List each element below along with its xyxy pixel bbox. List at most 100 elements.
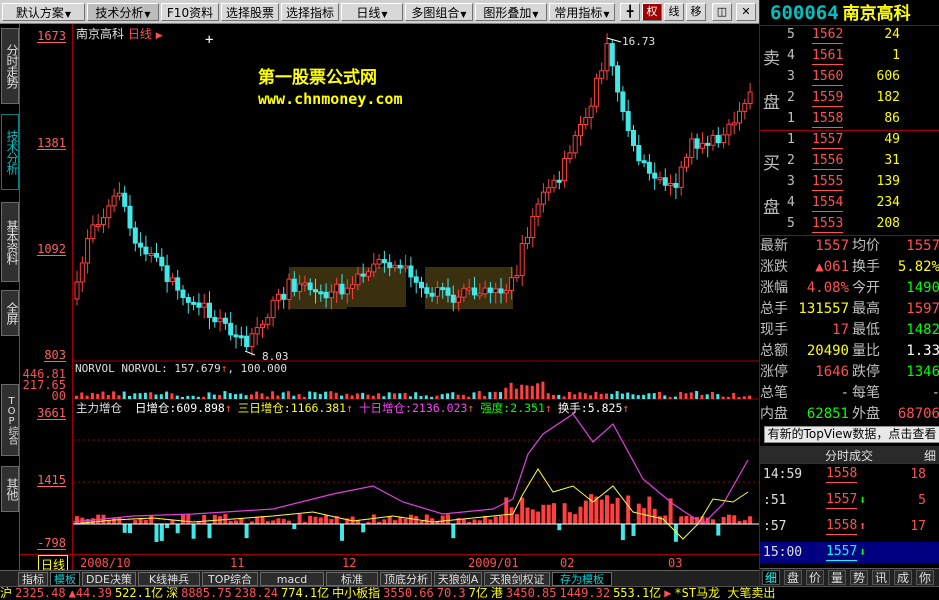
sell-row[interactable]: 3 1560 606 (760, 69, 939, 90)
volume-bar (552, 394, 555, 399)
candle-body (244, 335, 250, 348)
sell-row[interactable]: 1 1558 86 (760, 111, 939, 132)
indicator-bar-up (605, 495, 609, 524)
quan-button[interactable]: 权 (642, 3, 662, 21)
quote-row: 总手 131557 最高 1597 (760, 301, 939, 317)
bottom-tab[interactable]: 天狼剑A (434, 572, 482, 586)
trade-row[interactable]: :57 1558 ⬆ 17 (760, 516, 939, 537)
crosshair-icon[interactable]: ╋ (620, 3, 640, 21)
right-tab[interactable]: 你 (916, 570, 934, 585)
period-button[interactable]: 日线▼ (341, 3, 403, 21)
candle-body (392, 264, 398, 269)
right-tab[interactable]: 成 (894, 570, 912, 585)
indicator-bar-up (615, 497, 620, 524)
volume-bar (536, 383, 540, 399)
bottom-tab[interactable]: DDE决策 (82, 572, 136, 586)
f10-button[interactable]: F10资料 (161, 3, 219, 21)
detail-button[interactable]: 细 (924, 447, 936, 464)
indicator-bar-up (430, 518, 435, 524)
candle-body (212, 316, 218, 323)
candle-body (111, 195, 117, 207)
volume-bar (302, 396, 306, 399)
bottom-tab[interactable]: K线神兵 (138, 572, 200, 586)
trade-row[interactable]: 14:59 1558 18 (760, 464, 939, 485)
kline-chart[interactable]: + (73, 24, 759, 570)
right-tab[interactable]: 量 (828, 570, 846, 585)
ind-tick-label: 1415 (37, 473, 66, 487)
volume-bar (742, 396, 746, 399)
close-icon[interactable]: ✕ (736, 3, 756, 21)
indicator-bar-up (493, 516, 498, 524)
select-stock-button[interactable]: 选择股票 (221, 3, 279, 21)
tab-other[interactable]: 其他 (1, 466, 19, 512)
sell-row[interactable]: 5 1562 24 (760, 27, 939, 48)
candle-body (408, 265, 414, 278)
right-tab[interactable]: 势 (850, 570, 868, 585)
bottom-tab[interactable]: 模板 (50, 572, 80, 586)
move-button[interactable]: 移 (686, 3, 706, 21)
volume-bar (732, 392, 736, 399)
volume-bar (419, 396, 423, 399)
sell-row[interactable]: 2 1559 182 (760, 90, 939, 111)
buy-row[interactable]: 5 1553 208 (760, 216, 939, 237)
indicator-bar-down (122, 524, 127, 533)
line-button[interactable]: 线 (664, 3, 684, 21)
candle-body (403, 265, 409, 269)
bottom-tab[interactable]: 标准 (326, 572, 378, 586)
bottom-tab[interactable]: TOP综合 (202, 572, 258, 586)
tab-top-summary[interactable]: TOP综合 (1, 384, 19, 456)
buy-row[interactable]: 3 1555 139 (760, 174, 939, 195)
sell-row[interactable]: 4 1561 1 (760, 48, 939, 69)
buy-row[interactable]: 2 1556 31 (760, 153, 939, 174)
bottom-tab[interactable]: macd (260, 572, 324, 586)
bottom-tab[interactable]: 指标 (18, 572, 48, 586)
x-tick-label: 2009/01 (468, 556, 519, 570)
right-tab[interactable]: 价 (806, 570, 824, 585)
candle-body (191, 301, 197, 305)
common-indicator-button[interactable]: 常用指标▼ (549, 3, 615, 21)
volume-bar (684, 393, 688, 399)
candle-body (291, 278, 297, 292)
tech-analysis-button[interactable]: 技术分析▼ (87, 3, 159, 21)
right-tab[interactable]: 盘 (784, 570, 802, 585)
trade-row[interactable]: 15:00 1557 ⬇ (760, 542, 939, 563)
tab-basic-info[interactable]: 基本资料 (1, 202, 19, 282)
overlay-button[interactable]: 图形叠加▼ (475, 3, 547, 21)
volume-bar (689, 392, 693, 399)
volume-bar (403, 392, 407, 399)
bottom-tab[interactable]: 存为模板 (552, 572, 612, 586)
buy-row[interactable]: 4 1554 234 (760, 195, 939, 216)
multi-chart-button[interactable]: 多图组合▼ (405, 3, 473, 21)
volume-bar (212, 394, 216, 399)
scheme-button[interactable]: 默认方案▼ (2, 3, 85, 21)
watermark-title: 第一股票公式网 (258, 68, 377, 88)
topview-notice-button[interactable]: 有新的TopView数据，点击查看 (764, 426, 939, 443)
tab-fullscreen[interactable]: 全屏 (1, 290, 19, 336)
indicator-bar-down (154, 524, 159, 542)
bottom-tab[interactable]: 天狼剑权证 (484, 572, 550, 586)
volume-bar (260, 393, 264, 399)
right-tab[interactable]: 讯 (872, 570, 890, 585)
volume-bar (605, 393, 608, 399)
trade-row[interactable]: :51 1557 ⬇ 5 (760, 490, 939, 511)
indicator-bar-up (324, 515, 329, 524)
toggle-panel-icon[interactable]: ◫ (712, 3, 732, 21)
quote-row: 涨跌 ▲061 换手 5.82% (760, 259, 939, 275)
bottom-tab[interactable]: 顶底分析 (380, 572, 432, 586)
volume-bar (408, 396, 412, 399)
x-tick-label: 03 (668, 556, 683, 570)
volume-bar (583, 393, 587, 399)
right-tab[interactable]: 细 (762, 570, 780, 585)
candle-body (159, 256, 165, 267)
candle-body (79, 262, 85, 283)
ticker-item: 553.1亿 (613, 586, 662, 600)
candle-body (397, 264, 403, 269)
indicator-bar-up (75, 516, 79, 524)
tab-tech-analysis[interactable]: 技术分析 (1, 114, 19, 190)
tab-intraday[interactable]: 分时走势 (1, 28, 19, 104)
indicator-bar-up (642, 508, 647, 524)
candle-body (424, 287, 430, 294)
buy-row[interactable]: 1 1557 49 (760, 132, 939, 153)
indicator-bar-up (552, 503, 556, 524)
select-indicator-button[interactable]: 选择指标 (281, 3, 339, 21)
